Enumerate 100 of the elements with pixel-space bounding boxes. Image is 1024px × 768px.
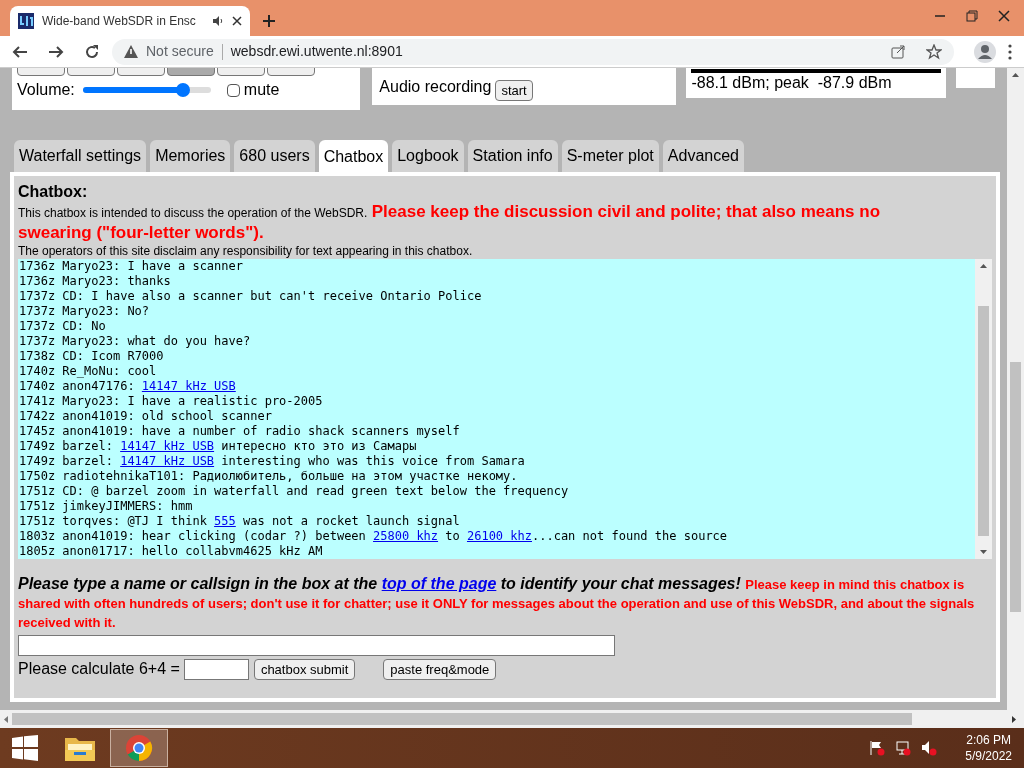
message-time: 1749z (19, 454, 56, 468)
tab[interactable]: Station info (467, 140, 558, 172)
back-icon[interactable] (12, 43, 28, 60)
forward-icon[interactable] (48, 43, 64, 60)
captcha-label: Please calculate 6+4 = (18, 659, 180, 679)
url-text: websdr.ewi.utwente.nl:8901 (230, 42, 404, 61)
chat-instructions: Please type a name or callsign in the box at the top of the page to identify your chat messages! Please keep in mind this chatbox is shared with often hundreds of users; don't use it for chatter; use it ONLY for messages about the operation and use of this WebSDR, and about the signals received with it. (18, 575, 976, 632)
top-of-page-link[interactable]: top of the page (381, 575, 497, 592)
page-scrollbar[interactable] (1007, 68, 1024, 710)
close-icon[interactable] (998, 10, 1010, 22)
volume-label: Volume: (17, 80, 75, 100)
captcha-input[interactable] (183, 658, 249, 680)
volume-slider[interactable] (82, 82, 211, 98)
message-user: CD: (62, 319, 85, 333)
network-icon[interactable] (895, 740, 912, 756)
scroll-thumb[interactable] (12, 713, 912, 725)
message-input[interactable] (18, 635, 615, 656)
chat-scrollbar[interactable] (975, 259, 992, 559)
message-user: anon01717: (62, 544, 135, 558)
frequency-link[interactable]: 25800 khz (373, 529, 439, 543)
horizontal-scrollbar[interactable] (0, 710, 1024, 728)
message-text: thanks (127, 274, 171, 288)
tab-title: Wide-band WebSDR in Ensc (42, 13, 197, 30)
message-user: anon47176: (62, 379, 135, 393)
paste-freq-button[interactable]: paste freq&mode (383, 658, 497, 680)
message-text: интересно кто это из Самары (220, 439, 417, 453)
message-text: what do you have? (127, 334, 251, 348)
tab[interactable]: S-meter plot (561, 140, 659, 172)
message-text: I have also a scanner but can't receive Ontario Police (91, 289, 482, 303)
message-text: @ barzel zoom in waterfall and read green text below the frequency (91, 484, 569, 498)
chatbox-submit-button[interactable]: chatbox submit (253, 658, 356, 680)
message-time: 1736z (19, 259, 56, 273)
scroll-thumb[interactable] (1010, 362, 1021, 612)
clock-date[interactable]: 5/9/2022 (965, 748, 1012, 764)
warning-icon (124, 45, 138, 58)
speaker-muted-icon[interactable] (921, 740, 938, 756)
new-tab-icon[interactable] (262, 14, 276, 28)
restore-icon[interactable] (966, 10, 978, 22)
frequency-link[interactable]: 555 (214, 514, 236, 528)
message-text: No (91, 319, 106, 333)
browser-taskbar-button[interactable] (110, 729, 168, 767)
tab[interactable]: Advanced (662, 140, 744, 172)
message-time: 1803z (19, 529, 56, 543)
tab[interactable]: Chatbox (318, 140, 389, 174)
browser-tab[interactable]: Wide-band WebSDR in Ensc (10, 6, 250, 36)
scroll-left-icon[interactable] (2, 714, 10, 724)
profile-icon[interactable] (974, 40, 996, 63)
message-text: interesting who was this voice from Samara (220, 454, 525, 468)
message-user: Re_MoNu: (62, 364, 121, 378)
message-time: 1740z (19, 364, 56, 378)
frequency-link[interactable]: 14147 kHz USB (141, 379, 236, 393)
message-time: 1745z (19, 424, 56, 438)
message-text: hello collabvm4625 kHz AM (141, 544, 323, 558)
message-time: 1805z (19, 544, 56, 558)
star-icon[interactable] (926, 43, 942, 60)
reload-icon[interactable] (84, 43, 100, 60)
message-time: 1749z (19, 439, 56, 453)
message-user: Maryo23: (62, 304, 121, 318)
message-time: 1740z (19, 379, 56, 393)
tab[interactable]: Waterfall settings (14, 140, 147, 172)
message-user: Maryo23: (62, 334, 121, 348)
mute-checkbox[interactable] (226, 83, 240, 97)
message-user: CD: (62, 289, 85, 303)
message-text: I have a scanner (127, 259, 243, 273)
message-text: Icom R7000 (91, 349, 164, 363)
site-icon (18, 13, 34, 29)
clock-time[interactable]: 2:06 PM (966, 732, 1011, 748)
share-icon[interactable] (890, 43, 906, 60)
message-text: hmm (170, 499, 193, 513)
message-user: barzel: (62, 439, 113, 453)
menu-icon[interactable] (1008, 43, 1012, 60)
tab[interactable]: Memories (150, 140, 231, 172)
message-user: anon41019: (62, 529, 135, 543)
message-user: Maryo23: (62, 274, 121, 288)
message-time: 1737z (19, 289, 56, 303)
disclaimer-text: The operators of this site disclaim any responsibility for text appearing in this chatbox. (18, 243, 474, 259)
frequency-link[interactable]: 26100 khz (466, 529, 532, 543)
tab[interactable]: 680 users (234, 140, 315, 172)
speaker-icon (212, 15, 224, 27)
message-text: Радиолюбитель, больше на этом участке некому. (192, 469, 518, 483)
chat-heading: Chatbox: (18, 182, 89, 202)
flag-icon[interactable] (869, 740, 886, 756)
message-time: 1751z (19, 499, 56, 513)
message-text: old school scanner (141, 409, 272, 423)
message-text: @TJ I think (127, 514, 208, 528)
start-button[interactable]: start (495, 80, 533, 101)
address-bar[interactable]: Not secure websdr.ewi.utwente.nl:8901 (112, 38, 954, 65)
close-icon[interactable] (232, 16, 242, 26)
message-text: cool (127, 364, 157, 378)
message-text: have a number of radio shack scanners myself (141, 424, 460, 438)
frequency-link[interactable]: 14147 kHz USB (120, 439, 215, 453)
message-time: 1737z (19, 304, 56, 318)
scroll-right-icon[interactable] (1010, 714, 1018, 724)
frequency-link[interactable]: 14147 kHz USB (120, 454, 215, 468)
message-user: anon41019: (62, 409, 135, 423)
tab[interactable]: Logbook (392, 140, 464, 172)
message-user: radiotehnikaT101: (62, 469, 186, 483)
scroll-thumb[interactable] (978, 306, 989, 536)
intro-text: This chatbox is intended to discuss the operation of the WebSDR. Please keep the discussion civil and polite; that also means no swearing ("four-letter words"). (18, 202, 882, 243)
windows-start-icon[interactable] (12, 735, 38, 761)
